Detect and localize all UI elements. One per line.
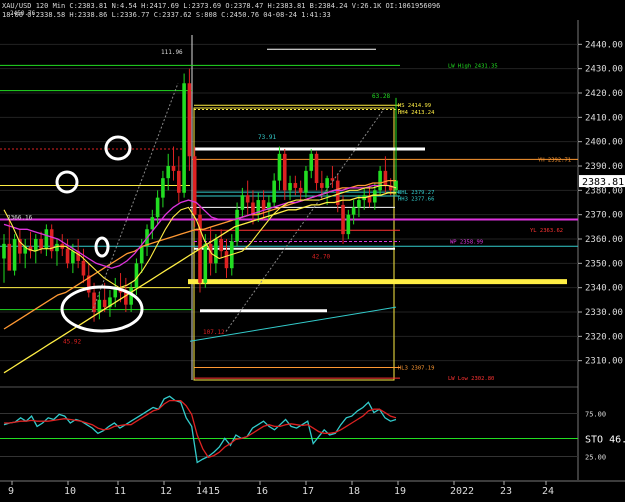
- price-tick-label: 2310.00: [585, 357, 623, 367]
- price-line-label: LW High 2431.35: [448, 63, 498, 69]
- candle-body: [293, 183, 298, 188]
- candle-body: [92, 292, 96, 312]
- price-tick-label: 2440.00: [585, 40, 623, 50]
- candle-body: [203, 243, 208, 283]
- candle-body: [134, 263, 139, 288]
- candle-body: [161, 178, 165, 198]
- sto-tick-label: 25.00: [585, 454, 606, 462]
- candle-body: [304, 170, 308, 193]
- time-tick-label: 11: [114, 486, 126, 497]
- price-line-label: HH4 2413.24: [398, 110, 435, 116]
- price-line-label: YH 2392.71: [538, 157, 571, 163]
- last-price-label: 2383.81: [582, 177, 624, 188]
- value-annotation: 45.92: [63, 339, 81, 346]
- price-line-label: BHL 2379.27: [398, 190, 434, 196]
- candle-body: [166, 166, 171, 179]
- price-line-label: HH3 2377.66: [398, 196, 434, 202]
- candle-body: [33, 239, 38, 252]
- candle-body: [7, 243, 12, 271]
- candle-body: [282, 153, 287, 191]
- time-tick-label: 1415: [196, 486, 220, 497]
- candle-body: [378, 170, 382, 191]
- candle-body: [150, 217, 155, 230]
- candle-body: [288, 183, 292, 191]
- chart-canvas[interactable]: 2310.00 2320.00 2330.00 2340.00 2350.00 2360.…: [0, 0, 625, 498]
- price-tick-label: 2340.00: [585, 284, 623, 294]
- candle-body: [81, 260, 86, 276]
- candle-body: [187, 83, 192, 157]
- time-tick-label: 9: [8, 486, 14, 497]
- value-annotation: 107.12: [203, 329, 225, 336]
- candle-body: [298, 187, 303, 193]
- candle-body: [240, 195, 245, 210]
- candle-body: [65, 248, 70, 264]
- candle-body: [272, 180, 276, 203]
- candle-body: [97, 299, 102, 312]
- price-line-label: LW Low 2302.80: [448, 376, 494, 382]
- value-annotation: 2366.16: [7, 215, 33, 222]
- price-tick-label: 2420.00: [585, 89, 623, 99]
- candle-body: [309, 153, 314, 171]
- candle-body: [44, 229, 49, 249]
- candle-body: [12, 239, 17, 271]
- candle-body: [394, 180, 398, 191]
- candle-body: [346, 214, 351, 235]
- candle-body: [39, 239, 43, 249]
- candle-body: [192, 156, 197, 215]
- value-annotation: 2450.76: [10, 10, 36, 17]
- value-annotation: 73.91: [258, 134, 276, 141]
- candle-body: [71, 251, 75, 264]
- time-tick-label: 16: [256, 486, 268, 497]
- price-line-label: HS 2414.99: [398, 103, 431, 109]
- price-tick-label: 2350.00: [585, 259, 623, 269]
- candle-body: [155, 197, 160, 218]
- time-tick-label: 17: [302, 486, 314, 497]
- candle-body: [383, 170, 388, 186]
- price-line-label: HL3 2307.19: [398, 366, 434, 372]
- price-tick-label: 2430.00: [585, 65, 623, 75]
- time-tick-label: 23: [500, 486, 512, 497]
- candle-body: [219, 239, 223, 252]
- candle-body: [351, 207, 356, 215]
- time-tick-label: 12: [160, 486, 172, 497]
- sto-tick-label: 75.00: [585, 411, 606, 419]
- time-tick-label: 18: [348, 486, 360, 497]
- time-tick-label: 24: [542, 486, 554, 497]
- candle-body: [182, 83, 186, 193]
- price-line-label: WP 2358.99: [450, 239, 483, 245]
- candle-body: [102, 299, 107, 308]
- candle-body: [261, 200, 266, 210]
- time-tick-label: 10: [64, 486, 76, 497]
- price-tick-label: 2320.00: [585, 332, 623, 342]
- candle-body: [277, 153, 282, 181]
- price-line-label: YL 2363.62: [530, 228, 563, 234]
- price-tick-label: 2330.00: [585, 308, 623, 318]
- time-tick-label: 2022: [450, 486, 474, 497]
- candle-body: [320, 183, 324, 188]
- price-tick-label: 2400.00: [585, 138, 623, 148]
- price-tick-label: 2370.00: [585, 211, 623, 221]
- sto-value-label: STO 46.: [585, 434, 625, 445]
- candle-body: [314, 153, 319, 184]
- candle-body: [171, 166, 176, 171]
- candle-body: [341, 204, 345, 235]
- candle-body: [214, 239, 218, 264]
- time-tick-label: 19: [394, 486, 406, 497]
- candle-body: [177, 170, 181, 193]
- candle-body: [139, 246, 144, 264]
- price-tick-label: 2390.00: [585, 162, 623, 172]
- value-annotation: 42.70: [312, 253, 330, 260]
- candle-body: [245, 195, 250, 203]
- candle-body: [373, 190, 377, 203]
- chart-window: 2310.00 2320.00 2330.00 2340.00 2350.00 2360.…: [0, 0, 625, 498]
- candle-body: [224, 251, 229, 269]
- price-tick-label: 2410.00: [585, 113, 623, 123]
- value-annotation: 111.96: [161, 49, 183, 56]
- candle-body: [2, 243, 6, 259]
- price-tick-label: 2360.00: [585, 235, 623, 245]
- value-annotation: 63.28: [372, 93, 390, 100]
- candle-body: [357, 200, 361, 208]
